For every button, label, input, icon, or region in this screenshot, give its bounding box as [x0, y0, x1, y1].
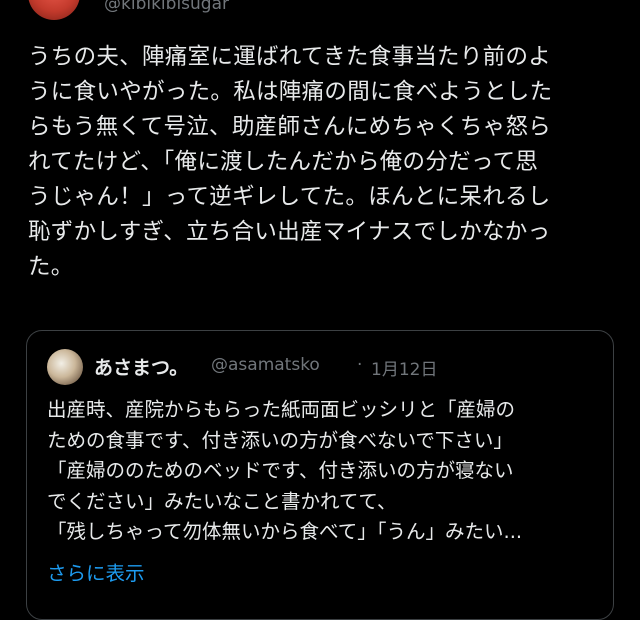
tweet-line: 恥ずかしすぎ、立ち合い出産マイナスでしかなかっ: [28, 219, 551, 245]
separator-dot: ·: [357, 355, 363, 375]
tweet-line: れてたけど、「俺に渡したんだから俺の分だって思: [28, 149, 539, 175]
quoted-tweet-line: でください」みたいなこと書かれてて、: [47, 489, 397, 513]
show-more-link[interactable]: さらに表示: [47, 557, 145, 586]
quoted-tweet-line: 出産時、産院からもらった紙両面ビッシリと「産婦の: [47, 398, 516, 421]
quoted-tweet-body: 出産時、産院からもらった紙両面ビッシリと「産婦の ための食事です、付き添いの方が…: [47, 395, 607, 548]
quoted-tweet-line: 「残しちゃって勿体無いから食べて」「うん」みたい...: [47, 520, 523, 543]
tweet-line: うじゃん！」って逆ギレしてた。ほんとに呆れるし: [28, 184, 551, 210]
tweet-line: うちの夫、陣痛室に運ばれてきた食事当たり前のよ: [28, 44, 552, 70]
tweet-body: うちの夫、陣痛室に運ばれてきた食事当たり前のよ うに食いやがった。私は陣痛の間に…: [28, 40, 628, 285]
quoted-tweet-card[interactable]: あさまつ。 @asamatsko · 1月12日 出産時、産院からもらった紙両面…: [26, 330, 614, 620]
tweet-header: @kibikibisugar: [0, 0, 640, 24]
quoted-tweet-line: ための食事です、付き添いの方が食べないで下さい」: [47, 428, 513, 452]
quoted-tweet-line: 「産婦ののためのベッドです、付き添いの方が寝ない: [47, 459, 514, 482]
quoted-tweet-date[interactable]: 1月12日: [371, 355, 437, 380]
tweet-line: うに食いやがった。私は陣痛の間に食べようとした: [28, 79, 553, 105]
tweet-line: らもう無くて号泣、助産師さんにめちゃくちゃ怒ら: [28, 114, 552, 140]
author-avatar[interactable]: [28, 0, 80, 20]
quoted-author-avatar[interactable]: [47, 349, 83, 385]
tweet-line: た。: [28, 254, 74, 280]
quoted-author-handle[interactable]: @asamatsko: [211, 355, 320, 375]
author-handle[interactable]: @kibikibisugar: [104, 0, 229, 14]
quoted-author-name[interactable]: あさまつ。: [94, 353, 188, 380]
